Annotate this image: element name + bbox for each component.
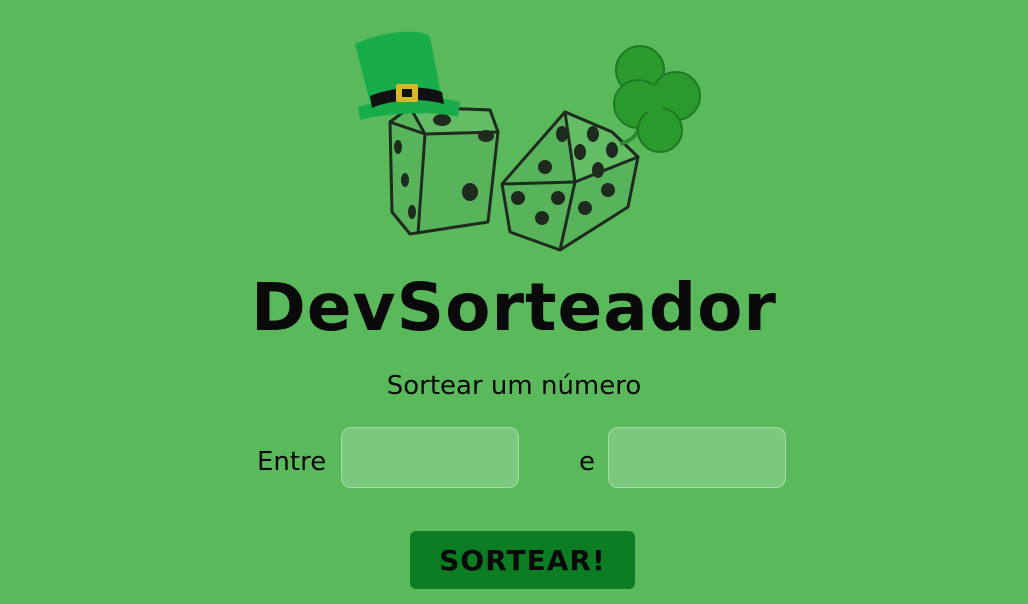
four-leaf-clover-icon <box>613 45 701 153</box>
page-title: DevSorteador <box>251 269 777 346</box>
dice-icon <box>500 110 640 252</box>
leprechaun-hat-icon <box>355 31 460 120</box>
range-to-label: e <box>579 447 595 477</box>
min-number-input[interactable] <box>341 427 519 488</box>
page-subtitle: Sortear um número <box>386 371 642 401</box>
logo-image <box>355 31 701 252</box>
range-from-label: Entre <box>257 447 327 477</box>
draw-button[interactable]: SORTEAR! <box>410 531 635 589</box>
max-number-input[interactable] <box>608 427 786 488</box>
dice-icon <box>388 105 500 236</box>
